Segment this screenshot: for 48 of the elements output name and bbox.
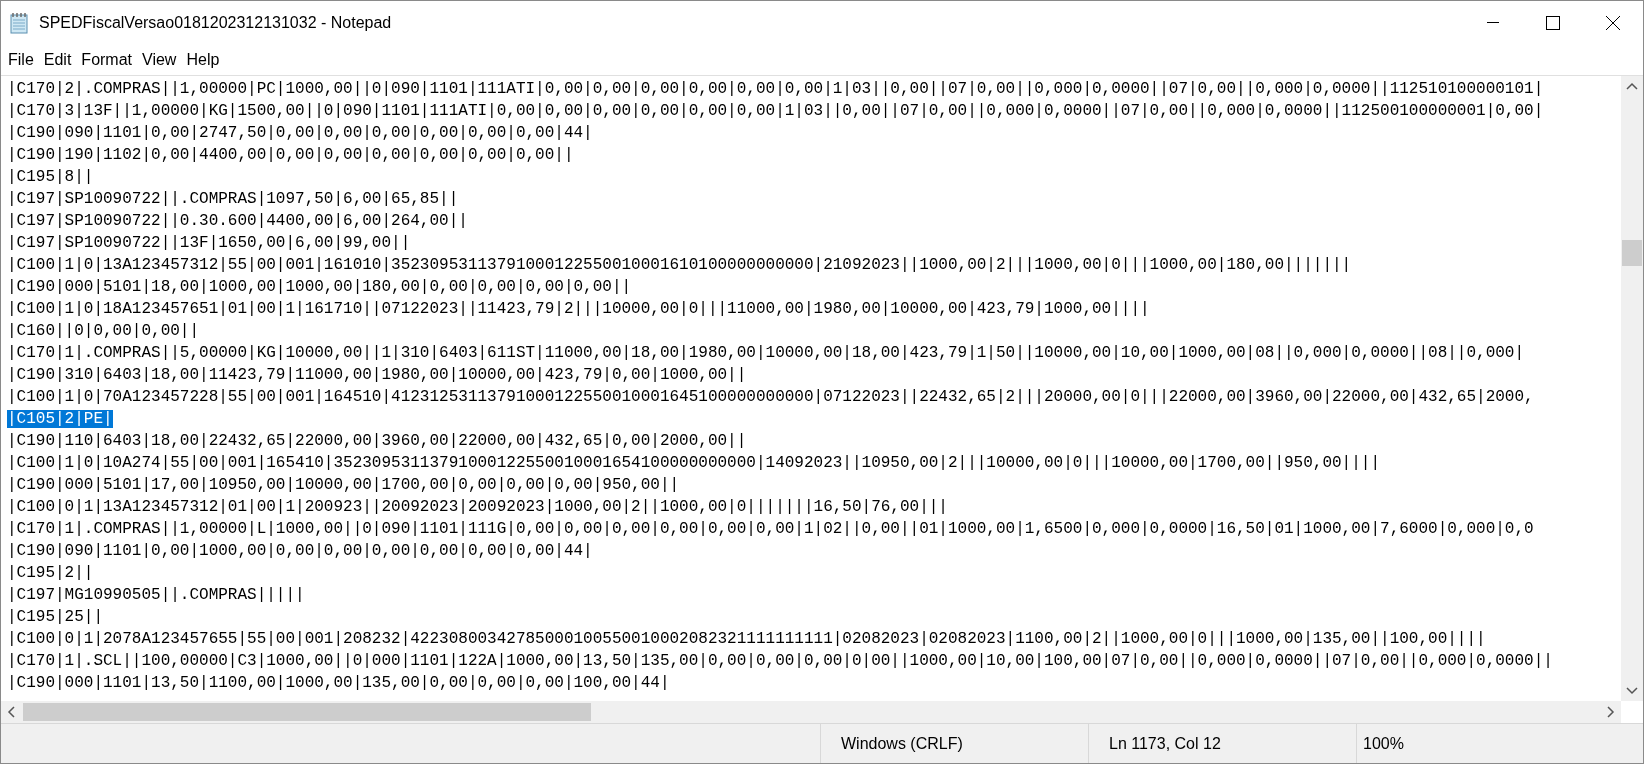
text-line: |C195|8||	[7, 168, 94, 186]
window-title: SPEDFiscalVersao0181202312131032 - Notepad	[39, 13, 392, 33]
text-line: |C170|1|.COMPRAS||1,00000|L|1000,00||0|090|1101|111G|0,00|0,00|0,00|0,00|0,00|0,00|1|02||0,00||01|1000,00|1,6500|0,000|0,0000|16,50|01|1000,00|7,6000|0,000|0,0	[7, 520, 1534, 538]
text-line: |C190|000|5101|18,00|1000,00|1000,00|180,00|0,00|0,00|0,00|0,00||	[7, 278, 632, 296]
text-line: |C190|000|1101|13,50|1100,00|1000,00|135,00|0,00|0,00|0,00|100,00|44|	[7, 674, 670, 692]
text-line: |C170|1|.SCL||100,00000|C3|1000,00||0|000|1101|122A|1000,00|13,50|135,00|0,00|0,00|0,00|0|00||1000,00|10,00|100,00|07|0,00||0,000|0,0000||07|0,00||0,000|0,0000||	[7, 652, 1553, 670]
text-line: |C100|1|0|70A123457228|55|00|001|164510|41231253113791000122550010001645100000000000|07122023||22432,65|2|||20000,00|0|||22000,00|3960,00|22000,00|432,65|2000,	[7, 388, 1534, 406]
text-line: |C197|MG10990505||.COMPRAS|||||	[7, 586, 305, 604]
status-text: Windows (CRLF)	[841, 733, 963, 754]
text-line: |C195|25||	[7, 608, 103, 626]
text-line: |C190|000|5101|17,00|10950,00|10000,00|1700,00|0,00|0,00|0,00|950,00||	[7, 476, 680, 494]
text-line: |C190|090|1101|0,00|1000,00|0,00|0,00|0,00|0,00|0,00|0,00|44|	[7, 542, 593, 560]
scroll-right-icon	[1607, 706, 1615, 718]
maximize-icon	[1546, 16, 1560, 30]
menu-item[interactable]: Format	[76, 48, 138, 72]
text-line: |C100|0|1|13A123457312|01|00|1|200923||20092023|20092023|1000,00|2||1000,00|0|||||||16,50|76,00|||	[7, 498, 948, 516]
text-line: |C197|SP10090722||.COMPRAS|1097,50|6,00|65,85||	[7, 190, 459, 208]
vertical-scrollbar[interactable]	[1621, 76, 1643, 701]
scroll-left-icon	[7, 706, 15, 718]
menu-item[interactable]: View	[137, 48, 182, 72]
text-line: |C100|1|0|10A274|55|00|001|165410|35230953113791000122550010001654100000000000|14092023||10950,00|2|||10000,00|0|||10000,00|1700,00||950,00||||	[7, 454, 1381, 472]
scroll-up-icon	[1626, 82, 1638, 90]
text-line: |C100|0|1|2078A123457655|55|00|001|208232|42230800342785000100550010002082321111111111|02082023|02082023|1100,00|2||1000,00|0|||1000,00|135,00||100,00||||	[7, 630, 1486, 648]
text-line: |C190|190|1102|0,00|4400,00|0,00|0,00|0,00|0,00|0,00|0,00||	[7, 146, 574, 164]
notepad-icon	[9, 12, 29, 34]
menu-item[interactable]: Help	[181, 48, 225, 72]
text-line: |C100|1|0|18A123457651|01|00|1|161710||07122023||11423,79|2|||10000,00|0|||11000,00|1980,00|10000,00|423,79|1000,00||||	[7, 300, 1150, 318]
text-line: |C100|1|0|13A123457312|55|00|001|161010|35230953113791000122550010001610100000000000|21092023||1000,00|2|||1000,00|0|||1000,00|180,00|||||||	[7, 256, 1352, 274]
menu-item[interactable]: Edit	[38, 48, 77, 72]
menu-item[interactable]: File	[3, 48, 39, 72]
text-line: |C197|SP10090722||0.30.600|4400,00|6,00|264,00||	[7, 212, 468, 230]
text-line: |C160||0|0,00|0,00||	[7, 322, 200, 340]
horizontal-scrollbar[interactable]	[1, 701, 1621, 723]
text-line: |C190|310|6403|18,00|11423,79|11000,00|1980,00|10000,00|423,79|0,00|1000,00||	[7, 366, 747, 384]
text-line: |C195|2||	[7, 564, 94, 582]
text-line: |C197|SP10090722||13F|1650,00|6,00|99,00||	[7, 234, 411, 252]
scrollbar-thumb[interactable]	[1622, 240, 1642, 266]
status-text: Ln 1173, Col 12	[1109, 733, 1221, 754]
scroll-down-icon	[1626, 687, 1638, 695]
close-icon	[1606, 16, 1620, 30]
text-line: |C170|3|13F||1,00000|KG|1500,00||0|090|1101|111ATI|0,00|0,00|0,00|0,00|0,00|0,00|1|03||0,00||07|0,00||0,000|0,0000||07|0,00||0,000|0,0000||112500100000001|0,00|	[7, 102, 1544, 120]
text-line: |C170|1|.COMPRAS||5,00000|KG|10000,00||1|310|6403|611ST|11000,00|18,00|1980,00|10000,00|18,00|423,79|1|50||10000,00|10,00|1000,00|08||0,000|0,0000||08||0,000|	[7, 344, 1525, 362]
text-line: |C190|090|1101|0,00|2747,50|0,00|0,00|0,00|0,00|0,00|0,00|44|	[7, 124, 593, 142]
status-text: 100%	[1363, 733, 1404, 754]
text-line: |C170|2|.COMPRAS||1,00000|PC|1000,00||0|090|1101|111ATI|0,00|0,00|0,00|0,00|0,00|0,00|1|03||0,00||07|0,00||0,000|0,0000||07|0,00||0,000|0,0000||112510100000101|	[7, 80, 1544, 98]
scrollbar-thumb[interactable]	[23, 703, 591, 721]
minimize-icon	[1487, 22, 1499, 24]
text-line: |C190|110|6403|18,00|22432,65|22000,00|3960,00|22000,00|432,65|0,00|2000,00||	[7, 432, 747, 450]
